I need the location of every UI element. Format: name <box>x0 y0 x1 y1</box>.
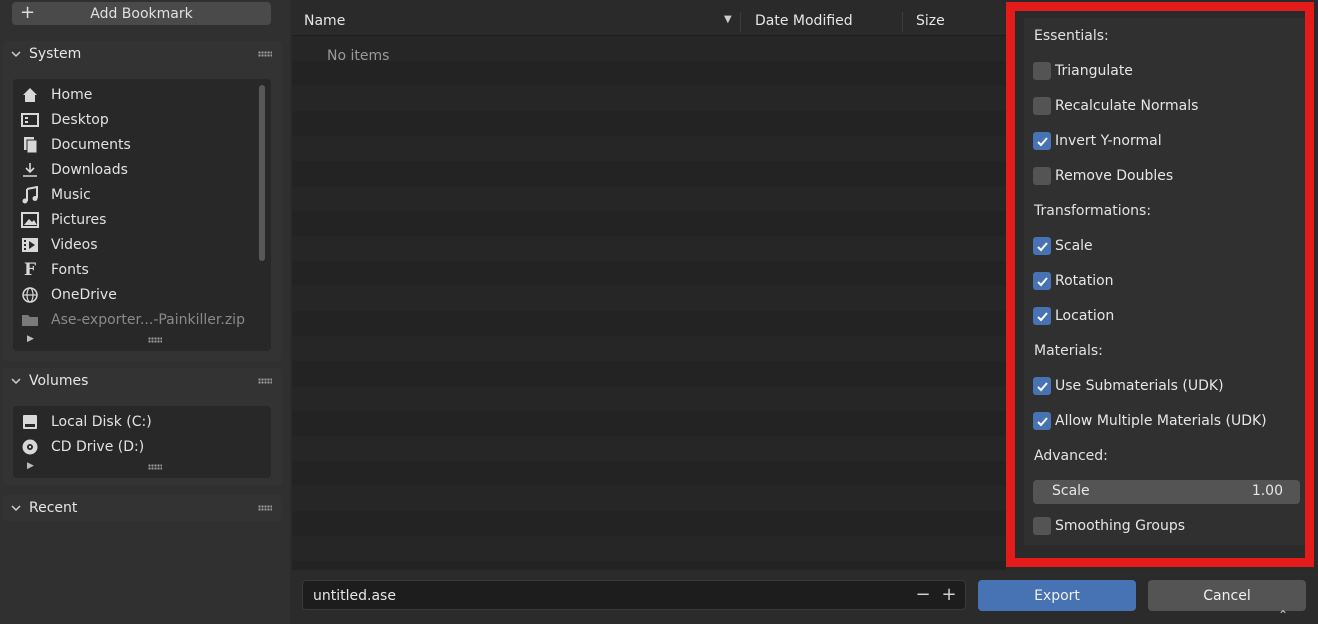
sidebar-item-label: Ase-exporter...-Painkiller.zip <box>51 312 245 328</box>
sidebar-item-label: Local Disk (C:) <box>51 414 152 430</box>
file-rows[interactable]: No items <box>292 36 1006 570</box>
folder-icon <box>21 311 39 329</box>
empty-list-text: No items <box>327 48 390 64</box>
resize-handle-icon[interactable] <box>148 464 162 470</box>
highlight-frame <box>1006 2 1314 567</box>
sidebar-item-label: Documents <box>51 137 131 153</box>
chevron-down-icon <box>11 378 21 385</box>
sidebar-item-fonts[interactable]: F Fonts <box>21 259 89 281</box>
increment-filename-button[interactable]: + <box>939 584 959 606</box>
column-size[interactable]: Size <box>916 13 945 29</box>
sidebar-item-label: Videos <box>51 237 98 253</box>
volumes-panel-title: Volumes <box>29 373 89 389</box>
sidebar-item-music[interactable]: Music <box>21 184 91 206</box>
sidebar-item-label: OneDrive <box>51 287 117 303</box>
documents-icon <box>21 136 39 154</box>
column-divider[interactable] <box>902 12 903 32</box>
sidebar-item-label: Music <box>51 187 91 203</box>
sidebar-item-label: Pictures <box>51 212 107 228</box>
column-name[interactable]: Name <box>304 13 345 29</box>
chevron-down-icon <box>11 51 21 58</box>
sidebar-item-label: Downloads <box>51 162 128 178</box>
sidebar-item-home[interactable]: Home <box>21 84 92 106</box>
column-date-modified[interactable]: Date Modified <box>755 13 853 29</box>
chevron-down-icon <box>11 505 21 512</box>
sidebar-item-label: Desktop <box>51 112 109 128</box>
sort-descending-icon[interactable]: ▼ <box>724 14 732 25</box>
volumes-panel: Volumes Local Disk (C:) CD Drive (D:) ▶ <box>3 368 282 486</box>
file-list: Name ▼ Date Modified Size No items <box>292 0 1006 570</box>
drag-handle-icon[interactable] <box>258 51 272 57</box>
sidebar-item-downloads[interactable]: Downloads <box>21 159 128 181</box>
sidebar-item-ase-exporter[interactable]: Ase-exporter...-Painkiller.zip <box>21 309 245 331</box>
home-icon <box>21 86 39 104</box>
recent-panel-header[interactable]: Recent <box>3 495 282 521</box>
videos-icon <box>21 236 39 254</box>
export-button[interactable]: Export <box>978 580 1136 611</box>
sidebar-item-label: Fonts <box>51 262 89 278</box>
volumes-list: Local Disk (C:) CD Drive (D:) ▶ <box>13 406 271 478</box>
system-panel: System Home Desktop Documents Downloads <box>3 41 282 361</box>
sidebar-item-label: CD Drive (D:) <box>51 439 145 455</box>
drag-handle-icon[interactable] <box>258 378 272 384</box>
system-panel-title: System <box>29 46 82 62</box>
cd-icon <box>21 438 39 456</box>
sidebar-item-label: Home <box>51 87 93 103</box>
cancel-button[interactable]: Cancel <box>1148 580 1306 611</box>
globe-icon <box>21 286 39 304</box>
filename-input[interactable] <box>311 586 891 606</box>
decrement-filename-button[interactable]: − <box>913 584 933 606</box>
bottom-bar: − + Export Cancel ⌃ <box>292 570 1318 624</box>
sidebar-item-desktop[interactable]: Desktop <box>21 109 109 131</box>
system-list: Home Desktop Documents Downloads Music P… <box>13 79 271 351</box>
add-bookmark-button[interactable]: + Add Bookmark <box>12 2 271 25</box>
file-list-header: Name ▼ Date Modified Size <box>292 0 1006 36</box>
add-bookmark-label: Add Bookmark <box>90 5 193 22</box>
fonts-icon: F <box>23 260 37 280</box>
expand-triangle-icon[interactable]: ▶ <box>27 334 34 344</box>
music-icon <box>21 186 39 204</box>
system-panel-header[interactable]: System <box>3 41 282 67</box>
expand-triangle-icon[interactable]: ▶ <box>27 461 34 471</box>
resize-handle-icon[interactable] <box>148 337 162 343</box>
sidebar-item-local-disk[interactable]: Local Disk (C:) <box>21 411 152 433</box>
drag-handle-icon[interactable] <box>258 505 272 511</box>
volumes-panel-header[interactable]: Volumes <box>3 368 282 394</box>
column-divider[interactable] <box>740 12 741 32</box>
system-list-scrollbar[interactable] <box>259 85 265 261</box>
sidebar-item-documents[interactable]: Documents <box>21 134 131 156</box>
sidebar: + Add Bookmark System Home Desktop Docum… <box>0 0 290 624</box>
desktop-icon <box>21 111 39 129</box>
filename-field[interactable]: − + <box>302 580 966 610</box>
disk-icon <box>21 413 39 431</box>
sidebar-item-pictures[interactable]: Pictures <box>21 209 106 231</box>
plus-icon: + <box>20 2 36 23</box>
pictures-icon <box>21 211 39 229</box>
recent-panel-title: Recent <box>29 500 78 516</box>
recent-panel: Recent <box>3 495 282 521</box>
sidebar-item-videos[interactable]: Videos <box>21 234 98 256</box>
sidebar-item-onedrive[interactable]: OneDrive <box>21 284 117 306</box>
chevron-up-icon[interactable]: ⌃ <box>1278 608 1288 622</box>
download-icon <box>21 161 39 179</box>
sidebar-item-cd-drive[interactable]: CD Drive (D:) <box>21 436 144 458</box>
